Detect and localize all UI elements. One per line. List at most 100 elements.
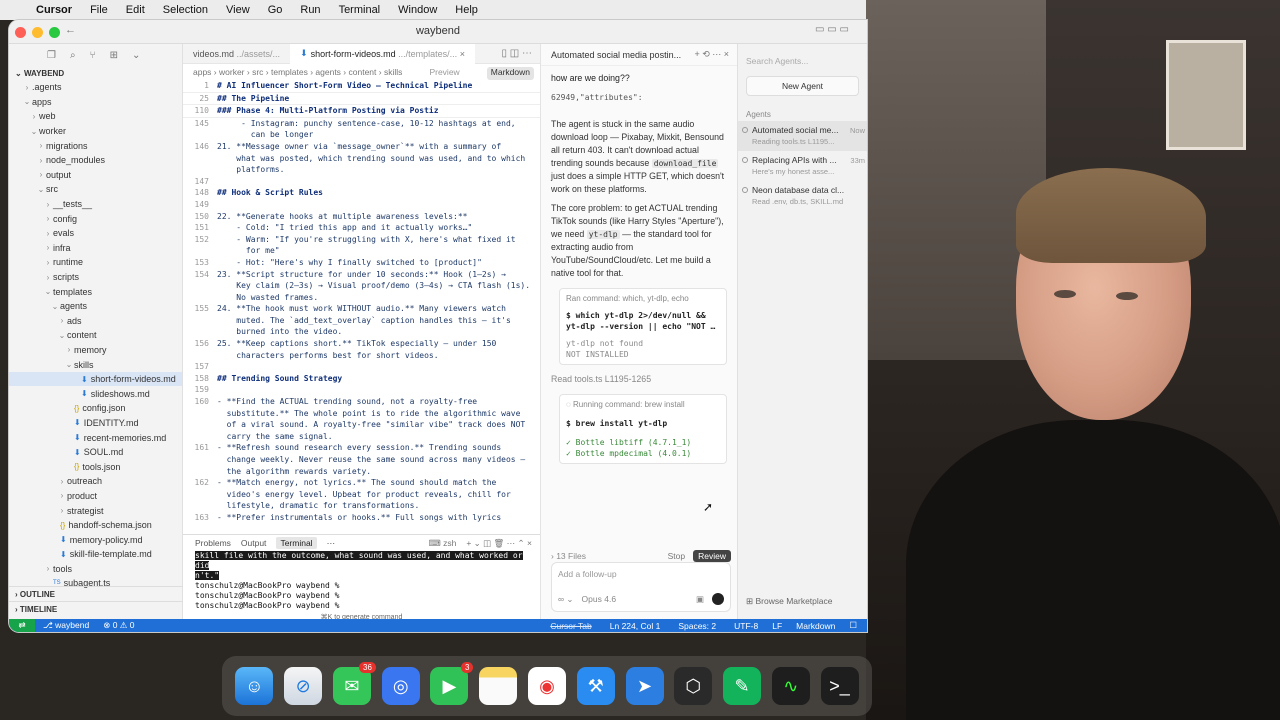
code-line[interactable]: characters performs best for short video… <box>183 350 540 362</box>
folder-item[interactable]: › product <box>9 489 182 504</box>
code-line[interactable]: 154 23. **Script structure for under 10 s… <box>183 269 540 281</box>
code-line[interactable]: 110 ### Phase 4: Multi-Platform Posting v… <box>183 105 540 118</box>
new-agent-button[interactable]: New Agent <box>746 76 859 96</box>
stop-generation-icon[interactable] <box>712 593 724 605</box>
indent-status[interactable]: Spaces: 2 <box>678 621 716 631</box>
menu-app-name[interactable]: Cursor <box>36 4 72 16</box>
code-line[interactable]: 156 25. **Keep captions short.** TikTok e… <box>183 338 540 350</box>
menu-edit[interactable]: Edit <box>126 4 145 16</box>
read-file-status[interactable]: Read tools.ts L1195-1265 <box>541 373 737 386</box>
branch-status[interactable]: ⎇ waybend <box>43 620 89 631</box>
workspace-root[interactable]: ⌄ WAYBEND <box>9 66 182 80</box>
folder-item[interactable]: › ads <box>9 314 182 329</box>
close-tab-icon[interactable]: × <box>460 49 465 59</box>
code-line[interactable]: 148 ## Hook & Script Rules <box>183 187 540 199</box>
telegram-icon[interactable]: ➤ <box>625 667 664 705</box>
code-line[interactable]: 145 - Instagram: punchy sentence-case, 1… <box>183 118 540 130</box>
stop-button[interactable]: Stop <box>668 551 686 561</box>
cursor-app-icon[interactable]: ⬡ <box>674 667 713 705</box>
extensions-icon[interactable]: ⊞ <box>110 50 118 61</box>
browse-marketplace-link[interactable]: ⊞ Browse Marketplace <box>746 596 833 607</box>
file-item[interactable]: ⬇ skill-file-template.md <box>9 547 182 562</box>
review-button[interactable]: Review <box>693 550 731 562</box>
chrome-icon[interactable]: ◉ <box>527 667 566 705</box>
layout-toggle-icon[interactable]: ▭ ▭ ▭ <box>815 24 849 35</box>
follow-up-input[interactable]: Add a follow-up ∞ ⌄ Opus 4.6 ▣ <box>551 562 731 612</box>
code-line[interactable]: 162 - **Match energy, not lyrics.** The s… <box>183 477 540 489</box>
code-line[interactable]: 157 <box>183 361 540 373</box>
code-line[interactable]: 149 <box>183 199 540 211</box>
code-line[interactable]: 161 - **Refresh sound research every sess… <box>183 442 540 454</box>
timeline-section[interactable]: › TIMELINE <box>9 601 183 615</box>
code-line[interactable]: burned into the video. <box>183 326 540 338</box>
file-item[interactable]: {} tools.json <box>9 459 182 474</box>
chat-actions-icon[interactable]: + ⟲ ⋯ × <box>694 49 729 60</box>
code-view[interactable]: 1 # AI Influencer Short-Form Video — Tech… <box>183 80 540 524</box>
menu-selection[interactable]: Selection <box>163 4 208 16</box>
outline-section[interactable]: › OUTLINE <box>9 586 183 600</box>
search-agents-input[interactable]: Search Agents... <box>738 44 867 72</box>
menu-help[interactable]: Help <box>455 4 478 16</box>
more-icon[interactable]: ⋯ <box>327 538 336 549</box>
activity-monitor-icon[interactable]: ∿ <box>771 667 810 705</box>
code-line[interactable]: carry the same signal. <box>183 431 540 443</box>
menu-view[interactable]: View <box>226 4 250 16</box>
file-item[interactable]: ⬇ memory-policy.md <box>9 532 182 547</box>
terminal-actions-icon[interactable]: + ⌄ ◫ 🗑 ⋯ ⌃ × <box>466 538 532 549</box>
breadcrumb-item[interactable]: skills <box>384 67 402 77</box>
tab-problems[interactable]: Problems <box>195 538 231 548</box>
search-icon[interactable]: ⌕ <box>70 50 76 61</box>
terminal-output[interactable]: skill file with the outcome, what sound … <box>183 551 540 611</box>
menu-run[interactable]: Run <box>300 4 320 16</box>
markdown-mode-button[interactable]: Markdown <box>486 67 534 80</box>
signal-icon[interactable]: ◎ <box>381 667 420 705</box>
source-control-icon[interactable]: ⑂ <box>90 50 96 61</box>
tab-short-form-videos[interactable]: ⬇ short-form-videos.md .../templates/... … <box>290 43 475 64</box>
code-line[interactable]: 151 - Cold: "I tried this app and it act… <box>183 222 540 234</box>
folder-item[interactable]: › outreach <box>9 474 182 489</box>
folder-item[interactable]: › output <box>9 168 182 183</box>
mode-icon[interactable]: ∞ ⌄ <box>558 594 574 605</box>
folder-item[interactable]: ⌄ src <box>9 182 182 197</box>
breadcrumb-item[interactable]: content <box>349 67 377 77</box>
file-item[interactable]: ⬇ recent-memories.md <box>9 430 182 445</box>
image-icon[interactable]: ▣ <box>696 594 704 605</box>
tab-videos[interactable]: videos.md ../assets/... <box>183 44 290 64</box>
code-line[interactable]: platforms. <box>183 164 540 176</box>
encoding-status[interactable]: UTF-8 <box>734 621 758 631</box>
agent-item[interactable]: Replacing APIs with ... 33m Here's my hone… <box>738 151 867 181</box>
command-block-1[interactable]: Ran command: which, yt-dlp, echo $ which… <box>559 288 727 365</box>
code-line[interactable]: what was posted, which trending sound wa… <box>183 153 540 165</box>
folder-item[interactable]: › tools <box>9 562 182 577</box>
folder-item[interactable]: › .agents <box>9 80 182 95</box>
code-line[interactable]: 158 ## Trending Sound Strategy <box>183 373 540 385</box>
chevron-down-icon[interactable]: ⌄ <box>132 50 140 61</box>
menu-window[interactable]: Window <box>398 4 437 16</box>
folder-item[interactable]: ⌄ templates <box>9 284 182 299</box>
folder-item[interactable]: › evals <box>9 226 182 241</box>
menu-terminal[interactable]: Terminal <box>339 4 381 16</box>
code-line[interactable]: Key claim (2–3s) → Visual proof/demo (3–… <box>183 280 540 292</box>
finder-icon[interactable]: ☺ <box>235 667 274 705</box>
terminal-shell-selector[interactable]: ⌨ zsh <box>428 538 456 549</box>
folder-item[interactable]: › scripts <box>9 270 182 285</box>
agent-item[interactable]: Neon database data cl... Read .env, db.ts… <box>738 181 867 211</box>
files-icon[interactable]: ❐ <box>47 50 56 61</box>
menu-file[interactable]: File <box>90 4 108 16</box>
folder-item[interactable]: › node_modules <box>9 153 182 168</box>
breadcrumb-item[interactable]: src <box>252 67 263 77</box>
menu-go[interactable]: Go <box>268 4 283 16</box>
folder-item[interactable]: › strategist <box>9 503 182 518</box>
command-block-2[interactable]: ◌ Running command: brew install $ brew i… <box>559 394 727 464</box>
code-line[interactable]: video's energy level. Upbeat for product… <box>183 489 540 501</box>
code-line[interactable]: 1 # AI Influencer Short-Form Video — Tech… <box>183 80 540 93</box>
tab-output[interactable]: Output <box>241 538 267 548</box>
code-line[interactable]: 153 - Hot: "Here's why I finally switche… <box>183 257 540 269</box>
file-item[interactable]: ⬇ short-form-videos.md <box>9 371 182 387</box>
breadcrumb-item[interactable]: apps <box>193 67 211 77</box>
folder-item[interactable]: › __tests__ <box>9 197 182 212</box>
file-item[interactable]: ⬇ SOUL.md <box>9 445 182 460</box>
folder-item[interactable]: › infra <box>9 241 182 256</box>
remote-icon[interactable]: ⇄ <box>9 619 35 632</box>
code-line[interactable]: for me" <box>183 245 540 257</box>
